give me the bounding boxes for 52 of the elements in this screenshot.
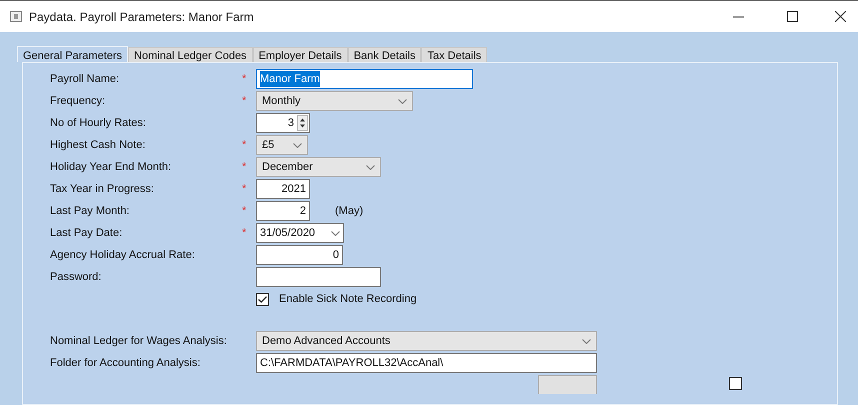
field-label: Tax Year in Progress: — [50, 182, 155, 197]
field-label: Last Pay Month: — [50, 204, 130, 219]
checkbox-label: Enable Sick Note Recording — [279, 292, 417, 307]
dropdown[interactable]: December — [256, 157, 381, 177]
tab[interactable]: Nominal Ledger Codes — [128, 47, 253, 62]
input-field[interactable]: 0 — [256, 245, 343, 265]
chevron-down-icon — [366, 164, 375, 170]
input-field[interactable]: C:\FARMDATA\PAYROLL32\AccAnal\ — [256, 353, 597, 373]
tab[interactable]: Tax Details — [421, 47, 488, 62]
field-label: Last Pay Date: — [50, 226, 124, 241]
chevron-down-icon — [331, 230, 340, 236]
spinner-arrows-icon[interactable] — [297, 115, 308, 131]
dropdown[interactable]: £5 — [256, 135, 308, 155]
input-field[interactable] — [256, 267, 381, 287]
chevron-down-icon — [293, 142, 302, 148]
chevron-down-icon — [582, 338, 591, 344]
input-field[interactable]: Manor Farm — [256, 69, 473, 89]
dropdown[interactable]: Monthly — [256, 91, 413, 111]
field-label: Frequency: — [50, 94, 106, 109]
field-label: No of Hourly Rates: — [50, 116, 147, 131]
field-label: Password: — [50, 270, 102, 285]
close-icon[interactable] — [835, 11, 846, 22]
window-title: Paydata. Payroll Parameters: Manor Farm — [29, 8, 254, 26]
field-label: Agency Holiday Accrual Rate: — [50, 248, 196, 263]
input-field[interactable]: 2 — [256, 201, 310, 221]
required-marker: * — [242, 160, 246, 173]
required-marker: * — [242, 138, 246, 151]
required-marker: * — [242, 182, 246, 195]
field-label: Holiday Year End Month: — [50, 160, 172, 175]
required-marker: * — [242, 226, 246, 239]
field-label: Folder for Accounting Analysis: — [50, 356, 202, 371]
checkbox[interactable] — [729, 377, 742, 390]
tab[interactable]: General Parameters — [17, 46, 128, 62]
spin-field[interactable]: 3 — [256, 113, 310, 133]
input-field[interactable]: 2021 — [256, 179, 310, 199]
field-label: Nominal Ledger for Wages Analysis: — [50, 334, 228, 349]
chevron-down-icon — [398, 98, 407, 104]
checkbox[interactable] — [256, 292, 269, 306]
maximize-icon[interactable] — [787, 11, 798, 22]
dropdown[interactable]: Demo Advanced Accounts — [256, 331, 597, 351]
required-marker: * — [242, 94, 246, 107]
checkmark-icon — [258, 296, 267, 302]
required-marker: * — [242, 204, 246, 217]
required-marker: * — [242, 72, 246, 85]
field-label: Highest Cash Note: — [50, 138, 146, 153]
tab[interactable]: Bank Details — [348, 47, 422, 62]
month-note: (May) — [335, 204, 364, 219]
field-label: Payroll Name: — [50, 72, 120, 87]
date-picker[interactable]: 31/05/2020 — [256, 223, 344, 243]
tab[interactable]: Employer Details — [252, 47, 348, 62]
app-icon — [10, 11, 22, 22]
minimize-icon[interactable] — [733, 16, 744, 18]
